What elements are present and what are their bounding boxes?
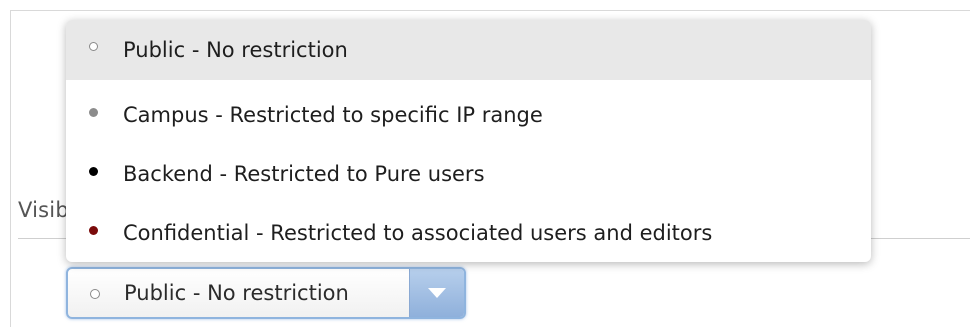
campus-dot-icon (89, 108, 98, 117)
visibility-panel: Visibility Public - No restriction Publi… (0, 0, 970, 327)
option-public[interactable]: Public - No restriction (66, 20, 871, 80)
dropdown-toggle-button[interactable] (409, 269, 464, 317)
option-label: Confidential - Restricted to associated … (123, 221, 713, 245)
option-confidential[interactable]: Confidential - Restricted to associated … (66, 200, 871, 260)
option-label: Campus - Restricted to specific IP range (123, 103, 543, 127)
confidential-dot-icon (89, 226, 98, 235)
option-campus[interactable]: Campus - Restricted to specific IP range (66, 80, 871, 140)
option-label: Public - No restriction (123, 38, 348, 62)
visibility-select[interactable]: Public - No restriction (66, 267, 466, 319)
visibility-dropdown-menu: Public - No restriction Campus - Restric… (66, 20, 871, 262)
option-label: Backend - Restricted to Pure users (123, 162, 485, 186)
visibility-select-value: Public - No restriction (124, 281, 349, 305)
chevron-down-icon (428, 288, 446, 298)
public-dot-icon (90, 289, 100, 299)
panel-left-border (10, 10, 11, 327)
backend-dot-icon (89, 167, 98, 176)
panel-top-border (10, 10, 970, 11)
option-backend[interactable]: Backend - Restricted to Pure users (66, 140, 871, 200)
public-dot-icon (89, 42, 98, 51)
